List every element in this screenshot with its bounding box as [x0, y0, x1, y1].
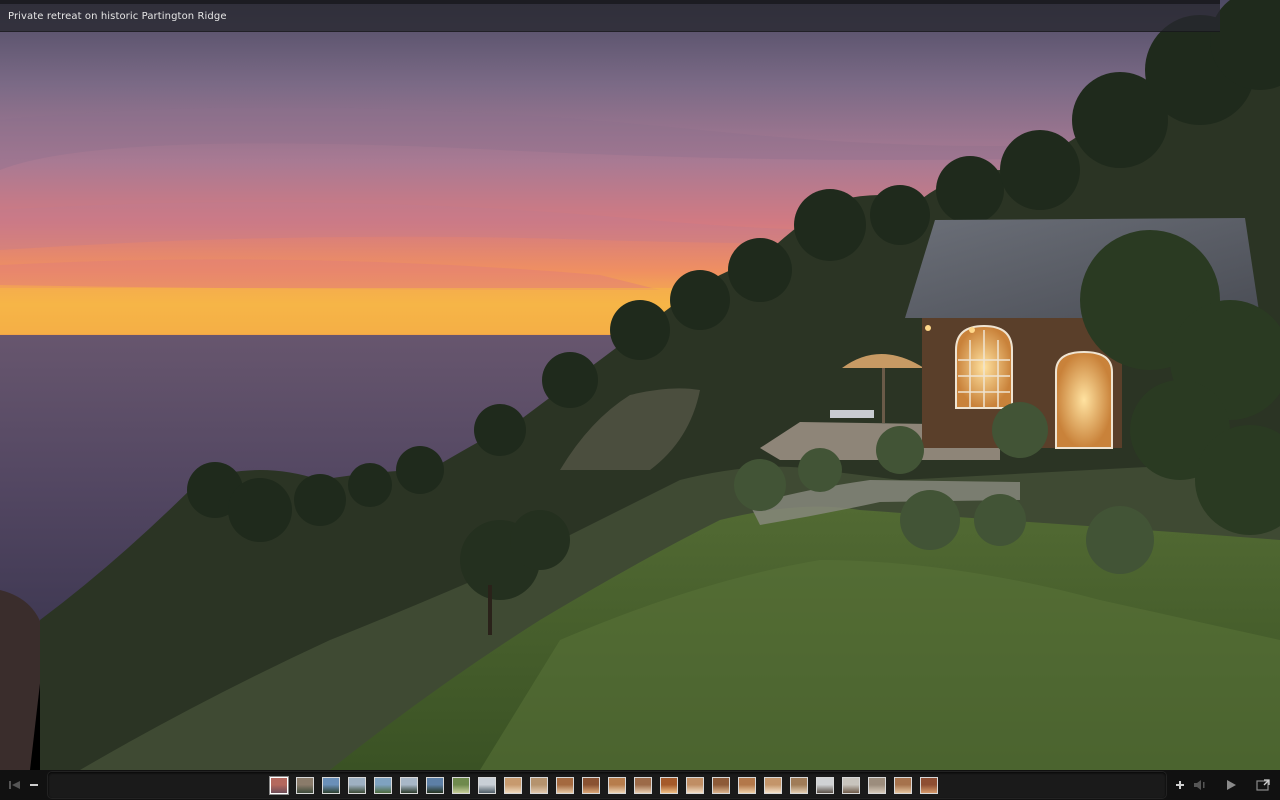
filmstrip-thumbnail[interactable] [348, 777, 366, 794]
filmstrip [48, 772, 1166, 798]
photo-caption: Private retreat on historic Partington R… [8, 11, 227, 22]
filmstrip-thumbnail[interactable] [842, 777, 860, 794]
filmstrip-thumbnail[interactable] [426, 777, 444, 794]
filmstrip-thumbnail[interactable] [452, 777, 470, 794]
plus-icon[interactable] [1172, 777, 1188, 793]
filmstrip-thumbnail[interactable] [504, 777, 522, 794]
filmstrip-thumbnail[interactable] [608, 777, 626, 794]
filmstrip-thumbnail[interactable] [894, 777, 912, 794]
minus-icon[interactable] [26, 777, 42, 793]
main-photo[interactable] [0, 0, 1280, 770]
filmstrip-thumbnail[interactable] [764, 777, 782, 794]
filmstrip-thumbnail[interactable] [530, 777, 548, 794]
filmstrip-thumbnail[interactable] [400, 777, 418, 794]
filmstrip-thumbnail[interactable] [712, 777, 730, 794]
filmstrip-thumbnail[interactable] [686, 777, 704, 794]
filmstrip-thumbnail[interactable] [660, 777, 678, 794]
filmstrip-thumbnail[interactable] [322, 777, 340, 794]
play-icon[interactable] [1223, 777, 1239, 793]
filmstrip-thumbnail[interactable] [296, 777, 314, 794]
filmstrip-thumbnail[interactable] [738, 777, 756, 794]
skip-to-first-icon[interactable] [7, 777, 23, 793]
filmstrip-thumbnail[interactable] [816, 777, 834, 794]
filmstrip-thumbnail[interactable] [920, 777, 938, 794]
filmstrip-thumbnail[interactable] [374, 777, 392, 794]
fullscreen-icon[interactable] [1255, 777, 1271, 793]
filmstrip-thumbnail[interactable] [478, 777, 496, 794]
filmstrip-thumbnail[interactable] [634, 777, 652, 794]
caption-bar: Private retreat on historic Partington R… [0, 0, 1220, 32]
filmstrip-thumbnail[interactable] [582, 777, 600, 794]
filmstrip-thumbnail[interactable] [790, 777, 808, 794]
volume-icon[interactable] [1192, 777, 1208, 793]
filmstrip-thumbnail[interactable] [868, 777, 886, 794]
thumbnail-strip [270, 777, 938, 794]
filmstrip-thumbnail[interactable] [270, 777, 288, 794]
control-bar [0, 770, 1280, 800]
slideshow-viewer: Private retreat on historic Partington R… [0, 0, 1280, 800]
filmstrip-thumbnail[interactable] [556, 777, 574, 794]
